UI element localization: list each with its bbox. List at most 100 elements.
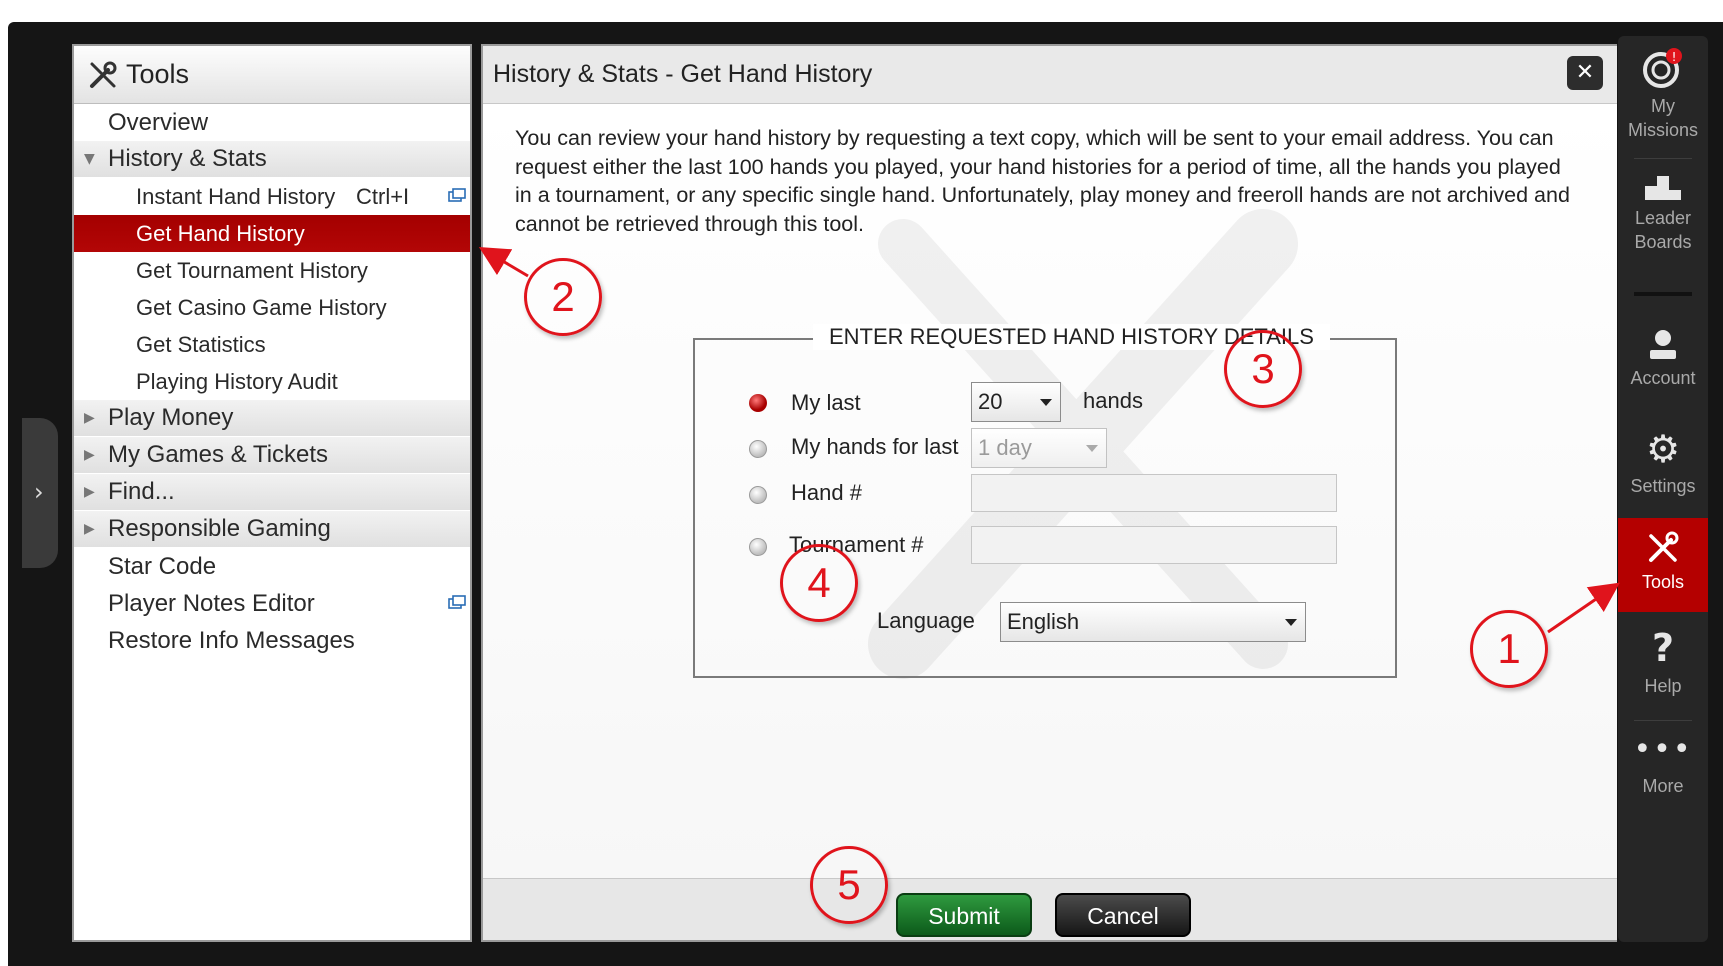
submit-button[interactable]: Submit	[896, 893, 1032, 937]
hands-for-last-period-select[interactable]: 1 day	[971, 428, 1107, 468]
select-value: 20	[978, 389, 1003, 414]
tools-panel-header: Tools	[74, 46, 470, 104]
sidebar-label: Settings	[1630, 476, 1696, 496]
collapsed-triangle-icon: ▶	[84, 447, 95, 463]
tools-panel: Tools Overview ▼ History & Stats Instant…	[72, 44, 472, 942]
sidebar-item-tools[interactable]: Tools	[1618, 518, 1708, 612]
close-button[interactable]: ✕	[1567, 56, 1603, 90]
select-value: English	[1007, 609, 1080, 634]
sidebar-label: Leader	[1634, 208, 1692, 228]
sidebar-label: Account	[1630, 368, 1696, 388]
intro-text: You can review your hand history by requ…	[515, 126, 1570, 236]
more-icon: •••	[1633, 732, 1693, 767]
my-last-count-select[interactable]: 20	[971, 382, 1061, 422]
sidebar-item-my-missions[interactable]: ! My Missions	[1618, 46, 1708, 156]
nav-label: Star Code	[108, 552, 217, 580]
nav-responsible-gaming[interactable]: ▶ Responsible Gaming	[74, 511, 470, 548]
tools-icon	[90, 61, 117, 88]
nav-player-notes-editor[interactable]: Player Notes Editor	[74, 585, 470, 622]
sidebar-label: More	[1642, 776, 1684, 796]
nav-label: Play Money	[108, 404, 234, 431]
sidebar-item-more[interactable]: ••• More	[1618, 730, 1708, 820]
sidebar-item-account[interactable]: Account	[1618, 326, 1708, 416]
screenshot-stage: › Tools Overview ▼ History & Stats Insta…	[0, 0, 1723, 966]
callout-2: 2	[524, 258, 602, 336]
nav-playing-history-audit[interactable]: Playing History Audit	[74, 363, 470, 400]
callout-5: 5	[810, 846, 888, 924]
nav-overview[interactable]: Overview	[74, 104, 470, 141]
get-hand-history-dialog: History & Stats - Get Hand History ✕ You…	[481, 44, 1617, 942]
tools-panel-title: Tools	[126, 59, 190, 89]
collapsed-triangle-icon: ▶	[84, 521, 95, 537]
sidebar-item-settings[interactable]: ⚙ Settings	[1618, 428, 1708, 518]
callout-1: 1	[1470, 610, 1548, 688]
nav-star-code[interactable]: Star Code	[74, 548, 470, 585]
radio-hands-for-last[interactable]	[749, 440, 767, 458]
sidebar-item-leader-boards[interactable]: Leader Boards	[1618, 168, 1708, 278]
nav-find[interactable]: ▶ Find...	[74, 474, 470, 511]
close-icon: ✕	[1575, 60, 1595, 85]
hands-suffix-label: hands	[1083, 388, 1143, 413]
chevron-right-icon: ›	[34, 478, 44, 506]
cancel-button[interactable]: Cancel	[1055, 893, 1191, 937]
language-label: Language	[877, 608, 975, 633]
nav-label: My Games & Tickets	[108, 441, 329, 468]
nav-label: Overview	[108, 108, 209, 136]
sidebar-label: Missions	[1627, 120, 1698, 140]
hand-number-label: Hand #	[791, 480, 862, 505]
callout-3: 3	[1224, 330, 1302, 408]
right-sidebar: ! My Missions Leader Boards Account ⚙ Se…	[1618, 36, 1708, 942]
sidebar-divider	[1634, 292, 1692, 296]
nav-label: Get Tournament History	[136, 257, 368, 283]
nav-label: Player Notes Editor	[108, 589, 315, 617]
nav-label: Get Casino Game History	[136, 294, 387, 320]
collapsed-triangle-icon: ▶	[84, 410, 95, 426]
help-icon: ?	[1651, 626, 1675, 670]
nav-get-casino-game-history[interactable]: Get Casino Game History	[74, 289, 470, 326]
chevron-down-icon	[1285, 619, 1297, 626]
language-select[interactable]: English	[1000, 602, 1306, 642]
popout-window-icon[interactable]	[448, 595, 466, 609]
radio-my-last[interactable]	[749, 394, 767, 412]
nav-get-statistics[interactable]: Get Statistics	[74, 326, 470, 363]
radio-hand-number[interactable]	[749, 486, 767, 504]
missions-badge-text: !	[1672, 50, 1677, 64]
nav-play-money[interactable]: ▶ Play Money	[74, 400, 470, 437]
nav-label: Instant Hand History	[136, 183, 336, 209]
dialog-title: History & Stats - Get Hand History	[493, 60, 873, 88]
gear-icon: ⚙	[1645, 427, 1681, 471]
nav-get-tournament-history[interactable]: Get Tournament History	[74, 252, 470, 289]
popout-window-icon[interactable]	[448, 188, 466, 202]
sidebar-label: Help	[1644, 676, 1682, 696]
sidebar-item-help[interactable]: ? Help	[1618, 626, 1708, 716]
nav-my-games-tickets[interactable]: ▶ My Games & Tickets	[74, 437, 470, 474]
podium-icon	[1645, 176, 1681, 200]
nav-label: Find...	[108, 478, 175, 505]
my-last-label: My last	[791, 390, 861, 415]
callout-4: 4	[780, 544, 858, 622]
hand-number-input[interactable]	[971, 474, 1337, 512]
chevron-down-icon	[1040, 399, 1052, 406]
expanded-triangle-icon: ▼	[84, 151, 95, 167]
chevron-down-icon	[1086, 445, 1098, 452]
tournament-number-input[interactable]	[971, 526, 1337, 564]
nav-get-hand-history[interactable]: Get Hand History	[74, 215, 470, 252]
nav-history-stats[interactable]: ▼ History & Stats	[74, 141, 470, 178]
dialog-footer: Submit Cancel	[483, 878, 1617, 940]
nav-label: Get Hand History	[136, 220, 305, 246]
collapse-panel-tab[interactable]: ›	[22, 418, 58, 568]
nav-label: Playing History Audit	[136, 368, 338, 394]
shortcut-label: Ctrl+I	[356, 183, 410, 209]
nav-label: Get Statistics	[136, 331, 266, 357]
radio-tournament-number[interactable]	[749, 538, 767, 556]
nav-label: Restore Info Messages	[108, 626, 355, 654]
select-value: 1 day	[978, 435, 1032, 460]
dialog-titlebar: History & Stats - Get Hand History ✕	[483, 46, 1617, 104]
sidebar-label: Boards	[1634, 232, 1692, 252]
tools-icon	[1649, 531, 1679, 562]
hands-for-last-label: My hands for last	[791, 434, 959, 459]
dialog-body: You can review your hand history by requ…	[483, 104, 1617, 878]
nav-restore-info-messages[interactable]: Restore Info Messages	[74, 622, 470, 659]
nav-instant-hand-history[interactable]: Instant Hand History Ctrl+I	[74, 178, 470, 215]
user-icon	[1650, 330, 1676, 359]
